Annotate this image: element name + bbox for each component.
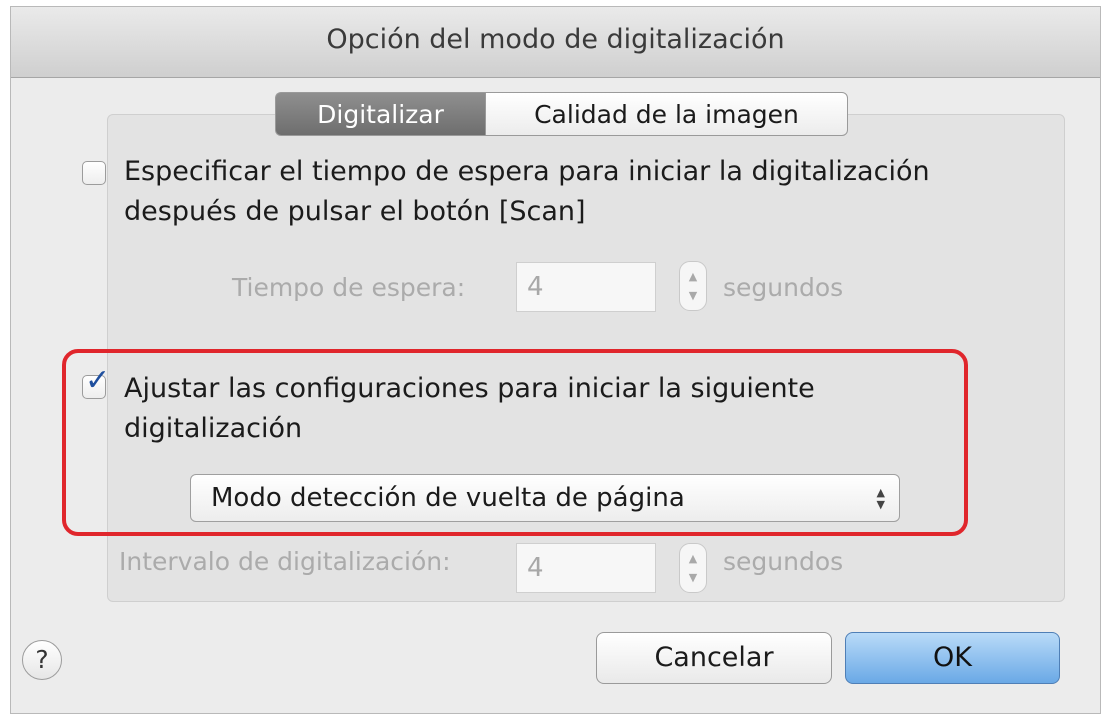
next-scan-checkbox[interactable]: ✓ xyxy=(82,366,110,399)
next-scan-label-line1: Ajustar las configuraciones para iniciar… xyxy=(124,373,815,404)
stepper-up-icon: ▲ xyxy=(688,552,698,565)
wait-time-label-line1: Especificar el tiempo de espera para ini… xyxy=(124,156,930,187)
cancel-button[interactable]: Cancelar xyxy=(596,632,832,684)
wait-time-unit: segundos xyxy=(723,273,844,302)
interval-unit: segundos xyxy=(723,547,844,576)
wait-time-label-line2: después de pulsar el botón [Scan] xyxy=(124,196,586,227)
wait-time-input[interactable]: 4 xyxy=(516,262,656,312)
interval-label: Intervalo de digitalización: xyxy=(119,547,451,576)
ok-button[interactable]: OK xyxy=(845,632,1060,684)
checkmark-icon: ✓ xyxy=(85,363,111,398)
wait-time-label: Tiempo de espera: xyxy=(232,273,466,302)
stepper-up-icon: ▲ xyxy=(688,270,698,283)
tab-digitalizar[interactable]: Digitalizar xyxy=(275,92,485,136)
dialog-title: Opción del modo de digitalización xyxy=(326,24,785,55)
scan-mode-selected-value: Modo detección de vuelta de página xyxy=(211,483,685,513)
tab-bar: Digitalizar Calidad de la imagen xyxy=(275,92,848,138)
next-scan-label-line2: digitalización xyxy=(124,413,303,444)
wait-time-stepper[interactable]: ▲ ▼ xyxy=(679,261,707,311)
stepper-down-icon: ▼ xyxy=(688,289,698,302)
tab-calidad-imagen[interactable]: Calidad de la imagen xyxy=(485,92,848,136)
interval-input[interactable]: 4 xyxy=(516,543,656,593)
wait-time-checkbox[interactable] xyxy=(82,161,106,185)
select-arrows-icon: ▲ ▼ xyxy=(876,486,885,512)
help-button[interactable]: ? xyxy=(22,640,62,680)
scan-mode-select[interactable]: Modo detección de vuelta de página ▲ ▼ xyxy=(190,474,900,522)
stepper-down-icon: ▼ xyxy=(688,571,698,584)
interval-stepper[interactable]: ▲ ▼ xyxy=(679,543,707,593)
title-bar: Opción del modo de digitalización xyxy=(11,7,1100,78)
